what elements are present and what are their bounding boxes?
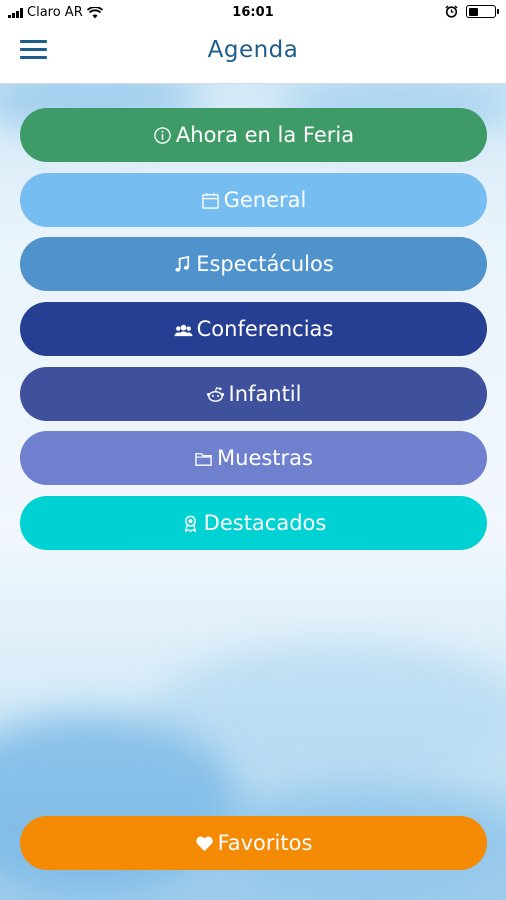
- heart-icon: [195, 836, 213, 851]
- status-bar: Claro AR 16:01: [0, 0, 506, 26]
- status-right: [445, 5, 499, 18]
- folder-icon: [195, 452, 212, 466]
- nav-bar: Agenda: [0, 26, 506, 84]
- status-time: 16:01: [232, 5, 274, 20]
- destacados-label: Destacados: [203, 511, 327, 535]
- battery-icon: [466, 5, 499, 18]
- espectaculos-button[interactable]: Espectáculos: [20, 237, 487, 291]
- agenda-content: Ahora en la Feria General Espectáculos C…: [0, 84, 506, 900]
- favoritos-label: Favoritos: [217, 831, 313, 855]
- infantil-label: Infantil: [228, 382, 302, 406]
- page-title: Agenda: [207, 37, 299, 63]
- favoritos-button[interactable]: Favoritos: [20, 816, 487, 870]
- music-note-icon: [175, 255, 190, 272]
- award-icon: [184, 515, 196, 533]
- infantil-button[interactable]: Infantil: [20, 367, 487, 421]
- info-icon: [154, 126, 171, 144]
- general-button[interactable]: General: [20, 173, 487, 227]
- destacados-button[interactable]: Destacados: [20, 496, 487, 550]
- conferencias-button[interactable]: Conferencias: [20, 302, 487, 356]
- reddit-alien-icon: [206, 386, 224, 402]
- ahora-en-la-feria-label: Ahora en la Feria: [175, 123, 355, 147]
- conferencias-label: Conferencias: [196, 317, 334, 341]
- alarm-icon: [445, 5, 458, 18]
- calendar-icon: [201, 192, 219, 209]
- general-label: General: [223, 188, 307, 212]
- group-icon: [174, 324, 193, 336]
- ahora-en-la-feria-button[interactable]: Ahora en la Feria: [20, 108, 487, 162]
- espectaculos-label: Espectáculos: [196, 252, 334, 276]
- muestras-button[interactable]: Muestras: [20, 431, 487, 485]
- muestras-label: Muestras: [217, 446, 313, 470]
